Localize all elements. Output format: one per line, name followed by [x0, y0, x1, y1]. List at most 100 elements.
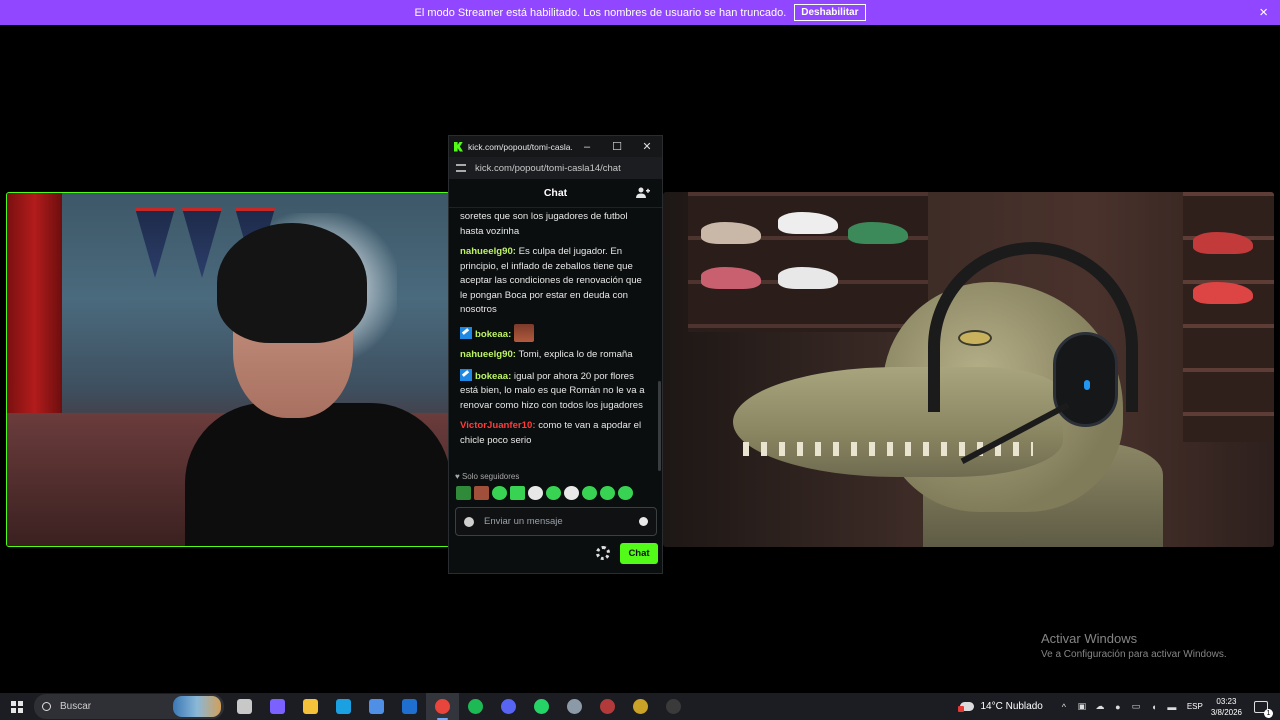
username[interactable]: VictorJuanfer10: [460, 420, 536, 431]
subscriber-badge-icon [460, 368, 472, 381]
emote-icon [513, 323, 534, 342]
taskbar-app[interactable] [558, 693, 591, 720]
emoji-icon[interactable] [639, 517, 648, 526]
store-icon [369, 699, 384, 714]
message-input[interactable] [484, 516, 639, 527]
close-window-button[interactable]: ✕ [632, 140, 662, 153]
crocodile [733, 242, 1163, 547]
send-chat-button[interactable]: Chat [620, 543, 658, 564]
chat-scrollbar[interactable] [658, 381, 661, 471]
window-titlebar[interactable]: kick.com/popout/tomi-casla... – ☐ ✕ [449, 136, 662, 157]
taskbar-app[interactable] [591, 693, 624, 720]
url-text: kick.com/popout/tomi-casla14/chat [475, 162, 621, 174]
search-placeholder: Buscar [60, 701, 92, 712]
chat-message: bokeaa: igual por ahora 20 por flores es… [460, 368, 651, 414]
copilot-icon [270, 699, 285, 714]
chat-message: nahueelg90: Es culpa del jugador. En pri… [460, 245, 651, 318]
taskbar-app[interactable] [657, 693, 690, 720]
emote-icon[interactable] [582, 486, 597, 500]
taskbar-app[interactable] [525, 693, 558, 720]
watermark-subtitle: Ve a Configuración para activar Windows. [1041, 649, 1227, 660]
username[interactable]: nahueelg90: [460, 246, 516, 257]
emote-icon[interactable] [456, 486, 471, 500]
app-icon-1 [567, 699, 582, 714]
chat-message: VictorJuanfer10: como te van a apodar el… [460, 419, 651, 448]
weather-text: 14°C Nublado [980, 701, 1043, 712]
emote-icon[interactable] [492, 486, 507, 500]
maximize-button[interactable]: ☐ [602, 140, 632, 153]
taskbar-app[interactable] [228, 693, 261, 720]
chat-messages[interactable]: soretes que son los jugadores de futbol … [449, 210, 662, 472]
emote-icon[interactable] [546, 486, 561, 500]
cloud-icon [958, 702, 975, 712]
username[interactable]: bokeaa: [475, 329, 511, 340]
taskbar-app[interactable] [261, 693, 294, 720]
username[interactable]: nahueelg90: [460, 349, 516, 360]
address-bar[interactable]: kick.com/popout/tomi-casla14/chat [449, 157, 662, 179]
cloud-sync-icon[interactable]: ☁ [1092, 701, 1108, 712]
taskbar-app[interactable] [393, 693, 426, 720]
taskbar-app[interactable] [492, 693, 525, 720]
discord-icon [501, 699, 516, 714]
taskbar-app[interactable] [327, 693, 360, 720]
emote-bar [456, 486, 633, 500]
network-icon[interactable]: ▭ [1128, 701, 1144, 712]
taskbar: Buscar 14°C Nublado ^ ▣ ☁ ● ▭ ◖ ▬ ESP 03… [0, 693, 1280, 720]
chevron-up-icon[interactable]: ^ [1056, 702, 1072, 712]
close-icon[interactable]: × [1259, 4, 1268, 21]
emote-icon[interactable] [564, 486, 579, 500]
volume-icon[interactable]: ◖ [1146, 702, 1162, 712]
search-highlight-image[interactable] [173, 696, 221, 717]
chat-header: Chat [449, 179, 662, 208]
clock-time: 03:23 [1216, 696, 1237, 706]
username[interactable]: bokeaa: [475, 371, 511, 382]
system-tray: 14°C Nublado ^ ▣ ☁ ● ▭ ◖ ▬ ESP 03:23 3/8… [958, 693, 1280, 720]
outlook-icon [402, 699, 417, 714]
chat-message: nahueelg90: Tomi, explica lo de romaña [460, 348, 651, 363]
taskbar-app[interactable] [624, 693, 657, 720]
weather-widget[interactable]: 14°C Nublado [958, 701, 1043, 712]
taskbar-search[interactable]: Buscar [34, 694, 224, 719]
microphone-icon[interactable]: ● [1110, 702, 1126, 712]
site-settings-icon[interactable] [456, 164, 466, 172]
streamer-mode-banner: El modo Streamer está habilitado. Los no… [0, 0, 1280, 25]
message-input-box [455, 507, 657, 536]
windows-icon [11, 700, 23, 713]
edge-icon [336, 699, 351, 714]
chat-title: Chat [543, 187, 568, 199]
task-view-icon [237, 699, 252, 714]
users-icon[interactable] [636, 187, 650, 199]
taskbar-app[interactable] [426, 693, 459, 720]
chrome-icon [435, 699, 450, 714]
activate-windows-watermark: Activar Windows Ve a Configuración para … [1041, 631, 1227, 660]
emote-icon[interactable] [618, 486, 633, 500]
search-icon [42, 702, 51, 711]
taskbar-app[interactable] [294, 693, 327, 720]
minimize-button[interactable]: – [572, 141, 602, 153]
tray-app-icon[interactable]: ▣ [1074, 701, 1090, 712]
crocodile-video [663, 192, 1274, 547]
app-icon-2 [600, 699, 615, 714]
emote-icon[interactable] [474, 486, 489, 500]
chat-message: bokeaa: [460, 323, 651, 343]
emote-icon[interactable] [600, 486, 615, 500]
gear-icon[interactable] [596, 546, 610, 560]
chat-message: soretes que son los jugadores de futbol … [460, 210, 651, 239]
start-button[interactable] [0, 693, 34, 720]
clock[interactable]: 03:23 3/8/2026 [1211, 696, 1242, 718]
shoe-shelf [1183, 192, 1274, 442]
window-title: kick.com/popout/tomi-casla... [468, 141, 572, 152]
whatsapp-icon [534, 699, 549, 714]
disable-button[interactable]: Deshabilitar [794, 4, 866, 21]
file-explorer-icon [303, 699, 318, 714]
message-text: Tomi, explica lo de romaña [515, 349, 633, 360]
pennant [135, 208, 175, 278]
language-indicator[interactable]: ESP [1187, 702, 1203, 711]
emote-icon[interactable] [528, 486, 543, 500]
battery-icon[interactable]: ▬ [1164, 702, 1180, 712]
taskbar-app[interactable] [459, 693, 492, 720]
taskbar-app[interactable] [360, 693, 393, 720]
emote-icon[interactable] [510, 486, 525, 500]
app-icon-3 [633, 699, 648, 714]
notification-icon[interactable] [1254, 700, 1273, 718]
